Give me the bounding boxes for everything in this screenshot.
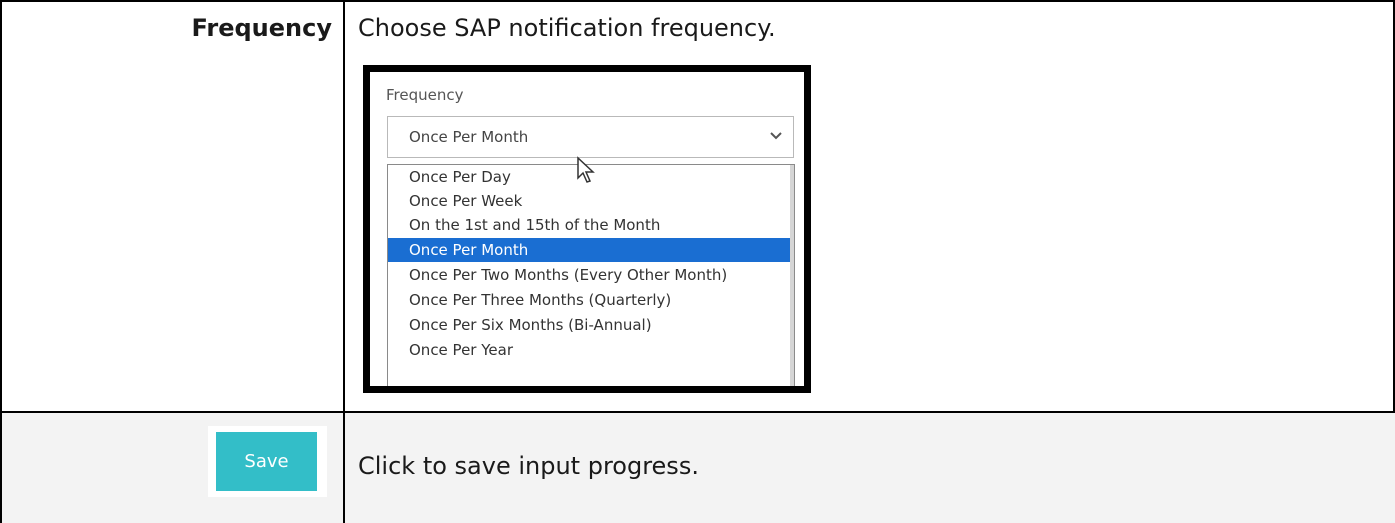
option-once-per-week[interactable]: Once Per Week [388, 189, 794, 213]
option-once-per-six-months[interactable]: Once Per Six Months (Bi-Annual) [388, 313, 794, 337]
option-once-per-year[interactable]: Once Per Year [388, 338, 794, 362]
frequency-label: Frequency [191, 14, 332, 42]
option-once-per-month[interactable]: Once Per Month [388, 238, 794, 262]
option-once-per-two-months[interactable]: Once Per Two Months (Every Other Month) [388, 263, 794, 287]
frequency-field-label: Frequency [386, 86, 464, 104]
frequency-select[interactable]: Once Per Month [387, 116, 794, 158]
option-1st-and-15th[interactable]: On the 1st and 15th of the Month [388, 213, 794, 237]
save-description: Click to save input progress. [358, 452, 699, 480]
frequency-description: Choose SAP notification frequency. [358, 14, 776, 42]
frequency-options-list: Once Per Day Once Per Week On the 1st an… [387, 164, 795, 386]
option-once-per-three-months[interactable]: Once Per Three Months (Quarterly) [388, 288, 794, 312]
save-button-frame: Save [208, 426, 327, 497]
instruction-table: Frequency Choose SAP notification freque… [0, 0, 1395, 523]
chevron-down-icon [770, 132, 782, 140]
table-column-divider [343, 0, 345, 523]
table-border-left [0, 0, 2, 523]
frequency-dropdown-screenshot: Frequency Once Per Month Once Per Day On… [363, 65, 811, 393]
mouse-cursor-icon [577, 156, 595, 183]
save-button[interactable]: Save [216, 432, 317, 491]
list-scrollbar[interactable] [790, 165, 794, 386]
frequency-selected-value: Once Per Month [409, 128, 529, 146]
